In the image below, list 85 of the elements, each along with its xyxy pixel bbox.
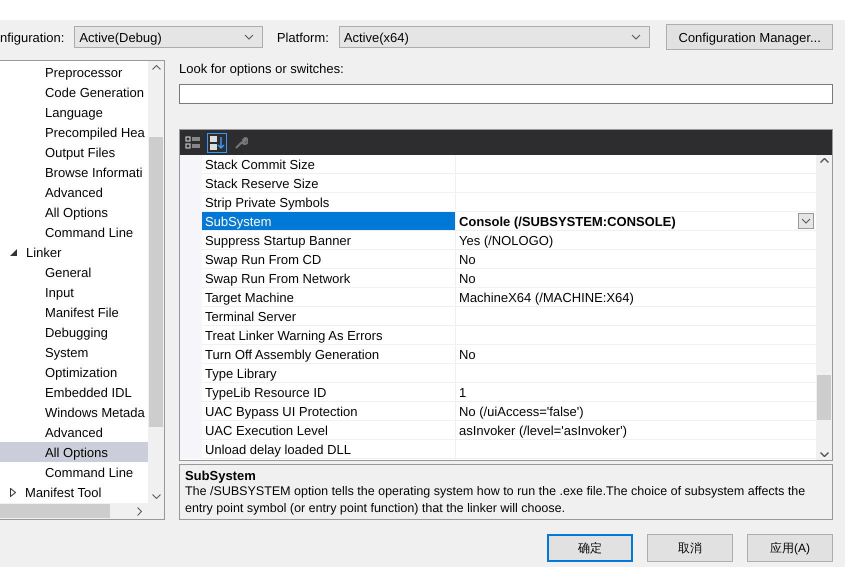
chevron-down-icon <box>801 218 811 224</box>
property-value: Yes (/NOLOGO) <box>459 232 554 248</box>
property-name[interactable]: TypeLib Resource ID <box>202 383 456 402</box>
tree-item[interactable]: Preprocessor <box>0 62 148 82</box>
platform-dropdown[interactable]: Active(x64) <box>338 26 650 48</box>
scroll-thumb[interactable] <box>817 375 831 420</box>
expanded-arrow-icon[interactable] <box>10 248 17 256</box>
description-title: SubSystem <box>185 468 257 483</box>
tree-item[interactable]: Output Files <box>0 142 148 162</box>
value-cell[interactable]: 1 <box>456 383 816 402</box>
property-name[interactable]: Swap Run From CD <box>202 250 456 269</box>
dialog-button[interactable]: 应用(A) <box>747 534 833 562</box>
scroll-right-icon[interactable] <box>137 506 142 516</box>
dialog-button[interactable]: 取消 <box>647 534 733 562</box>
sort-alphabetical-icon[interactable] <box>207 132 227 152</box>
tree-item[interactable]: Precompiled Hea <box>0 122 148 142</box>
grid-scrollbar[interactable] <box>816 155 832 460</box>
property-value: No <box>459 252 476 266</box>
tree-item[interactable]: Linker <box>0 242 148 262</box>
scroll-thumb[interactable] <box>0 504 110 518</box>
value-cell[interactable]: asInvoker (/level='asInvoker') <box>456 421 816 440</box>
tree-item[interactable]: Input <box>0 282 148 302</box>
tree-item[interactable]: Debugging <box>0 322 148 342</box>
property-value: Console (/SUBSYSTEM:CONSOLE) <box>459 214 676 228</box>
tree-item[interactable]: Browse Informati <box>0 162 148 182</box>
value-dropdown-button[interactable] <box>798 213 814 229</box>
configuration-label: nfiguration: <box>0 30 64 44</box>
tree-item[interactable]: Code Generation <box>0 82 148 102</box>
value-cell[interactable]: MachineX64 (/MACHINE:X64) <box>456 288 816 307</box>
chevron-down-icon <box>244 34 254 40</box>
property-name[interactable]: UAC Execution Level <box>202 421 456 440</box>
property-value: No <box>459 346 476 362</box>
value-cell[interactable]: Console (/SUBSYSTEM:CONSOLE) <box>456 212 816 231</box>
property-name[interactable]: Unload delay loaded DLL <box>202 440 456 459</box>
dialog-button[interactable]: 确定 <box>547 534 633 562</box>
property-name[interactable]: Terminal Server <box>202 307 456 326</box>
property-name[interactable]: Swap Run From Network <box>202 269 456 288</box>
property-name[interactable]: UAC Bypass UI Protection <box>202 402 456 421</box>
scroll-down-icon[interactable] <box>820 452 828 457</box>
property-name[interactable]: SubSystem <box>202 212 456 231</box>
tree-item[interactable]: Language <box>0 102 148 122</box>
value-cell[interactable]: No (/uiAccess='false') <box>456 402 816 421</box>
collapsed-arrow-icon[interactable] <box>10 488 16 496</box>
search-field[interactable] <box>179 84 833 104</box>
scroll-up-icon[interactable] <box>152 65 160 70</box>
property-name[interactable]: Target Machine <box>202 288 456 307</box>
value-cell[interactable]: No <box>456 269 816 288</box>
tree-item[interactable]: All Options <box>0 442 148 462</box>
property-name[interactable]: Stack Commit Size <box>202 155 456 174</box>
vertical-scrollbar[interactable] <box>148 61 164 503</box>
property-value: 1 <box>459 384 466 400</box>
configuration-manager-button[interactable]: Configuration Manager... <box>666 24 833 50</box>
property-value: No (/uiAccess='false') <box>459 404 584 418</box>
value-cell[interactable]: No <box>456 250 816 269</box>
tree-item[interactable]: Advanced <box>0 422 148 442</box>
scroll-down-icon[interactable] <box>152 494 160 499</box>
tree-item[interactable]: Manifest File <box>0 302 148 322</box>
property-value: asInvoker (/level='asInvoker') <box>459 422 627 438</box>
property-name[interactable]: Stack Reserve Size <box>202 174 456 193</box>
scroll-thumb[interactable] <box>149 137 163 427</box>
tree-item[interactable]: All Options <box>0 202 148 222</box>
tree-item[interactable]: Command Line <box>0 222 148 242</box>
property-name[interactable]: Suppress Startup Banner <box>202 231 456 250</box>
value-cell[interactable]: No <box>456 345 816 364</box>
property-value: No <box>459 270 476 286</box>
search-label: Look for options or switches: <box>179 61 345 76</box>
configuration-dropdown[interactable]: Active(Debug) <box>74 26 263 48</box>
tree-item[interactable]: System <box>0 342 148 362</box>
horizontal-scrollbar[interactable] <box>0 503 164 519</box>
platform-label: Platform: <box>276 30 329 44</box>
property-name[interactable]: Type Library <box>202 364 456 383</box>
tree-item[interactable]: Optimization <box>0 362 148 382</box>
tree-item[interactable]: General <box>0 262 148 282</box>
property-name[interactable]: Turn Off Assembly Generation <box>202 345 456 364</box>
tree-item[interactable]: Embedded IDL <box>0 382 148 402</box>
description-text: The /SUBSYSTEM option tells the operating system how to run the .exe file.The choice of subsystem affects the entry point symbol (or entry point function) that the linker will choose. <box>185 483 806 517</box>
tree-item[interactable]: Windows Metada <box>0 402 148 422</box>
chevron-down-icon <box>631 34 642 40</box>
tree-item[interactable]: Command Line <box>0 462 148 482</box>
property-value: MachineX64 (/MACHINE:X64) <box>459 290 634 304</box>
value-cell[interactable]: Yes (/NOLOGO) <box>456 231 816 250</box>
tree-item[interactable]: Advanced <box>0 182 148 202</box>
property-name[interactable]: Treat Linker Warning As Errors <box>202 326 456 345</box>
tree-item[interactable]: Manifest Tool <box>0 482 148 502</box>
scroll-up-icon[interactable] <box>820 158 828 163</box>
